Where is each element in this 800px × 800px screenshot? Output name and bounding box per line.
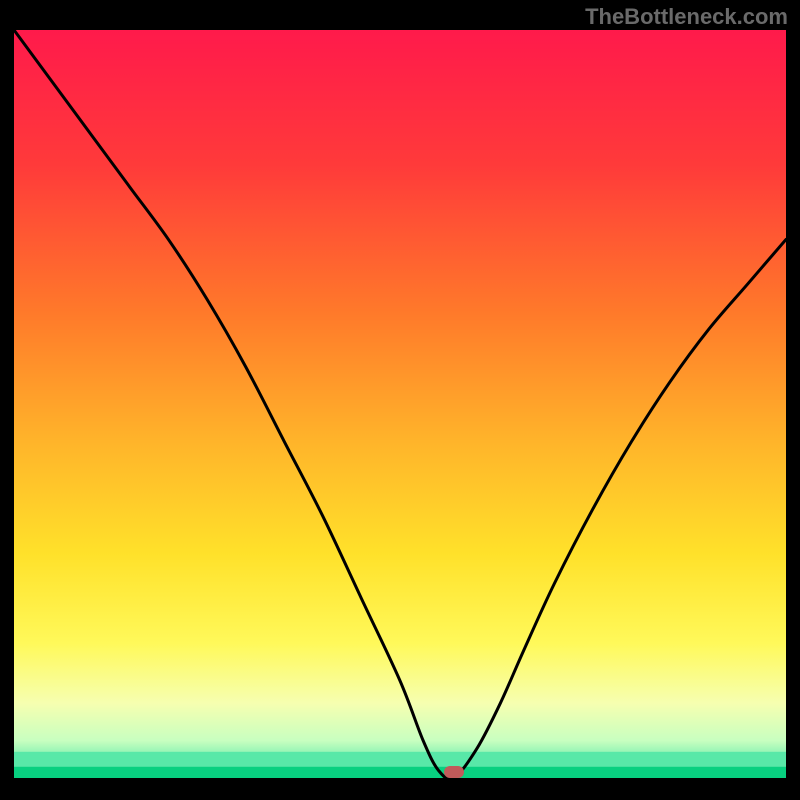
bottleneck-chart: TheBottleneck.com (0, 0, 800, 800)
bottleneck-curve (14, 30, 786, 778)
plot-area (14, 30, 786, 778)
watermark-text: TheBottleneck.com (585, 4, 788, 30)
optimum-marker (444, 766, 464, 778)
